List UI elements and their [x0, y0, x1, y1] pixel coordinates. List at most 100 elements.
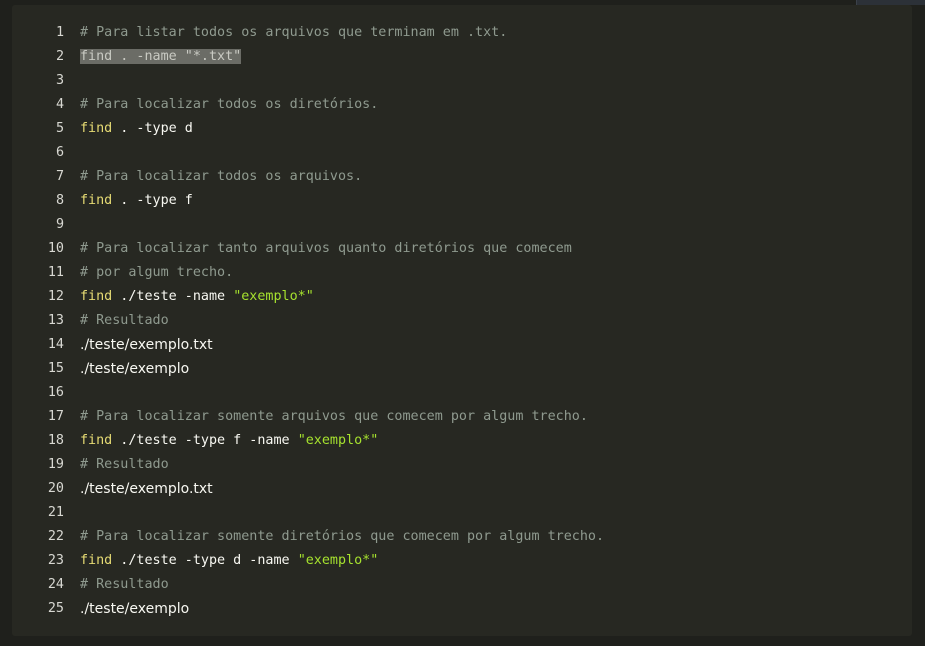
- code-output: ./teste/exemplo.txt: [80, 481, 213, 497]
- code-text: . -type d: [112, 121, 193, 136]
- code-output: ./teste/exemplo.txt: [80, 337, 213, 353]
- line-number: 3: [55, 73, 64, 88]
- line-number: 22: [47, 529, 64, 544]
- code-line[interactable]: 15 ./teste/exemplo: [12, 357, 912, 381]
- line-code: # Para localizar somente diretórios que …: [80, 525, 604, 549]
- code-text: . -type f: [112, 193, 193, 208]
- line-number: 16: [47, 385, 64, 400]
- code-comment: # Resultado: [80, 577, 169, 592]
- code-line[interactable]: 4 # Para localizar todos os diretórios.: [12, 93, 912, 117]
- code-line[interactable]: 13 # Resultado: [12, 309, 912, 333]
- line-code: find . -type f: [80, 189, 193, 213]
- selected-text: find . -name "*.txt": [80, 49, 242, 64]
- code-line[interactable]: 7 # Para localizar todos os arquivos.: [12, 165, 912, 189]
- line-number: 25: [47, 601, 64, 616]
- line-number: 21: [47, 505, 64, 520]
- code-line[interactable]: 24 # Resultado: [12, 573, 912, 597]
- code-line[interactable]: 8 find . -type f: [12, 189, 912, 213]
- line-number: 9: [55, 217, 64, 232]
- line-number: 14: [47, 337, 64, 352]
- line-code: find . -name "*.txt": [80, 45, 242, 69]
- code-keyword: find: [80, 289, 113, 304]
- code-string: "exemplo*": [297, 433, 379, 448]
- code-text: ./teste -type f -name: [112, 433, 298, 448]
- line-code: # Para listar todos os arquivos que term…: [80, 21, 507, 45]
- code-editor[interactable]: 1 # Para listar todos os arquivos que ter…: [12, 5, 912, 636]
- code-line[interactable]: 6: [12, 141, 912, 165]
- code-comment: # Para localizar tanto arquivos quanto d…: [80, 241, 572, 256]
- code-line[interactable]: 14 ./teste/exemplo.txt: [12, 333, 912, 357]
- code-line[interactable]: 16: [12, 381, 912, 405]
- code-keyword: find: [80, 193, 113, 208]
- line-number: 8: [55, 193, 64, 208]
- code-keyword: find: [80, 433, 113, 448]
- code-line[interactable]: 10 # Para localizar tanto arquivos quanto…: [12, 237, 912, 261]
- code-line[interactable]: 21: [12, 501, 912, 525]
- line-code: # Resultado: [80, 453, 169, 477]
- line-number: 10: [47, 241, 64, 256]
- code-line[interactable]: 5 find . -type d: [12, 117, 912, 141]
- code-line[interactable]: 1 # Para listar todos os arquivos que ter…: [12, 21, 912, 45]
- code-comment: # Para listar todos os arquivos que term…: [80, 25, 508, 40]
- line-code: # por algum trecho.: [80, 261, 233, 285]
- code-output: ./teste/exemplo: [80, 601, 190, 617]
- code-comment: # Resultado: [80, 457, 169, 472]
- code-comment: # Resultado: [80, 313, 169, 328]
- code-comment: # Para localizar todos os diretórios.: [80, 97, 379, 112]
- line-code: # Para localizar todos os arquivos.: [80, 165, 362, 189]
- line-number: 20: [47, 481, 64, 496]
- line-number: 2: [55, 49, 64, 64]
- code-line[interactable]: 20 ./teste/exemplo.txt: [12, 477, 912, 501]
- code-comment: # Para localizar somente diretórios que …: [80, 529, 605, 544]
- code-line[interactable]: 22 # Para localizar somente diretórios qu…: [12, 525, 912, 549]
- line-code: find ./teste -type f -name "exemplo*": [80, 429, 378, 453]
- line-code: # Para localizar tanto arquivos quanto d…: [80, 237, 572, 261]
- line-code: find ./teste -type d -name "exemplo*": [80, 549, 378, 573]
- line-code: find ./teste -name "exemplo*": [80, 285, 314, 309]
- line-number: 15: [47, 361, 64, 376]
- page: 1 # Para listar todos os arquivos que ter…: [0, 0, 925, 646]
- code-text: ./teste -name: [112, 289, 234, 304]
- code-line[interactable]: 25 ./teste/exemplo: [12, 597, 912, 621]
- code-comment: # Para localizar somente arquivos que co…: [80, 409, 588, 424]
- code-string: "exemplo*": [233, 289, 314, 304]
- line-code: ./teste/exemplo.txt: [80, 333, 213, 357]
- code-line[interactable]: 11 # por algum trecho.: [12, 261, 912, 285]
- line-code: find . -type d: [80, 117, 193, 141]
- code-output: ./teste/exemplo: [80, 361, 190, 377]
- line-number: 23: [47, 553, 64, 568]
- line-code: ./teste/exemplo.txt: [80, 477, 213, 501]
- code-line[interactable]: 3: [12, 69, 912, 93]
- line-number: 5: [55, 121, 64, 136]
- line-number: 7: [55, 169, 64, 184]
- line-code: # Para localizar somente arquivos que co…: [80, 405, 588, 429]
- code-keyword: find: [80, 121, 113, 136]
- line-number: 4: [55, 97, 64, 112]
- code-keyword: find: [80, 553, 113, 568]
- line-code: # Resultado: [80, 309, 169, 333]
- code-line[interactable]: 9: [12, 213, 912, 237]
- line-number: 24: [47, 577, 64, 592]
- line-number: 19: [47, 457, 64, 472]
- line-code: # Resultado: [80, 573, 169, 597]
- code-string: "exemplo*": [297, 553, 379, 568]
- code-line[interactable]: 2 find . -name "*.txt": [12, 45, 912, 69]
- code-line[interactable]: 12 find ./teste -name "exemplo*": [12, 285, 912, 309]
- line-number: 1: [55, 25, 64, 40]
- line-number: 13: [47, 313, 64, 328]
- code-comment: # Para localizar todos os arquivos.: [80, 169, 363, 184]
- code-line[interactable]: 23 find ./teste -type d -name "exemplo*": [12, 549, 912, 573]
- code-line[interactable]: 19 # Resultado: [12, 453, 912, 477]
- line-number: 11: [47, 265, 64, 280]
- code-line[interactable]: 17 # Para localizar somente arquivos que …: [12, 405, 912, 429]
- line-number: 17: [47, 409, 64, 424]
- line-code: ./teste/exemplo: [80, 597, 189, 621]
- line-code: ./teste/exemplo: [80, 357, 189, 381]
- line-code: # Para localizar todos os diretórios.: [80, 93, 378, 117]
- code-line[interactable]: 18 find ./teste -type f -name "exemplo*": [12, 429, 912, 453]
- line-number: 6: [55, 145, 64, 160]
- line-number: 12: [47, 289, 64, 304]
- code-text: ./teste -type d -name: [112, 553, 298, 568]
- line-number: 18: [47, 433, 64, 448]
- code-comment: # por algum trecho.: [80, 265, 234, 280]
